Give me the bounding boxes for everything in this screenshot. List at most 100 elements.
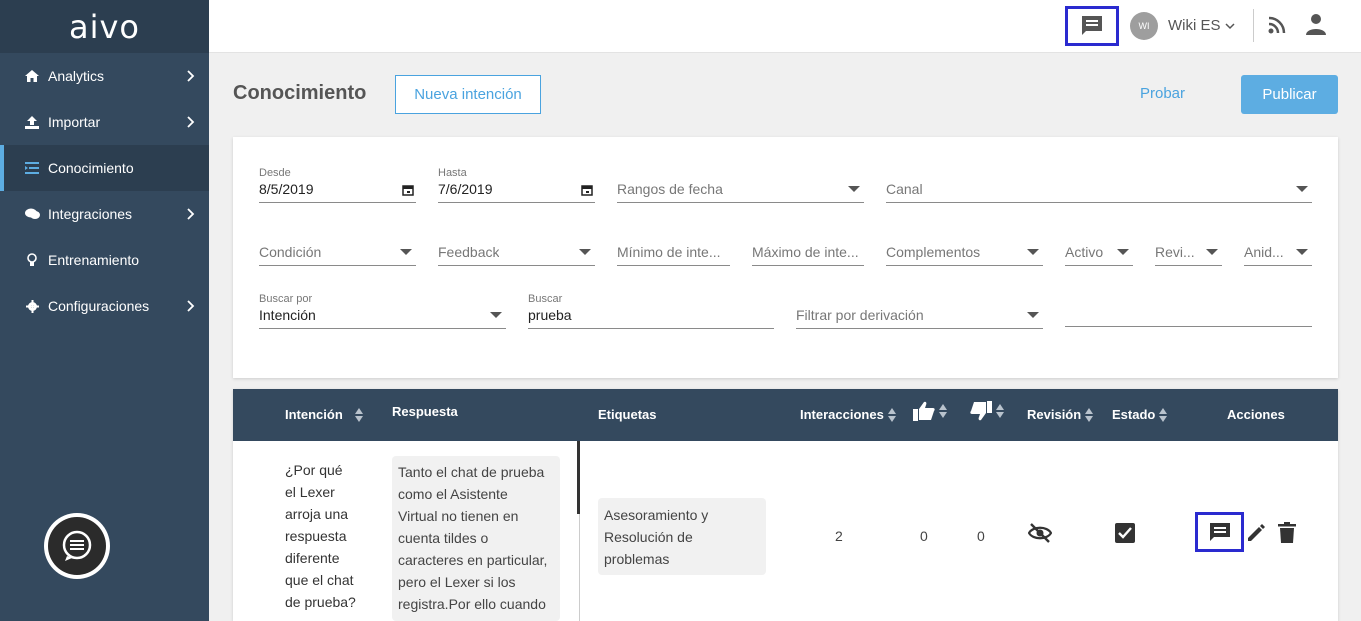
revision-select[interactable]: Revi... [1155,236,1222,266]
sidebar-item-importar[interactable]: Importar [0,99,209,145]
new-intent-button[interactable]: Nueva intención [395,75,541,114]
max-interactions-input[interactable]: Máximo de inte... [752,236,864,266]
field-label: Buscar [528,293,563,305]
sidebar-item-integraciones[interactable]: Integraciones [0,191,209,237]
intent-line: diferente [285,550,340,566]
sort-icon[interactable] [887,407,896,422]
calendar-icon[interactable] [402,184,414,196]
sort-icon[interactable] [1085,407,1094,422]
complements-select[interactable]: Complementos [886,236,1043,266]
workspace-name: Wiki ES [1168,17,1221,34]
divider [1253,9,1254,42]
header-estado[interactable]: Estado [1112,407,1168,422]
dislikes-count: 0 [977,528,985,544]
sort-icon[interactable] [996,404,1004,418]
workspace-selector[interactable]: Wiki ES [1168,17,1235,34]
field-placeholder: Feedback [438,244,500,260]
resize-handle[interactable] [577,441,580,514]
caret-down-icon [1117,249,1129,255]
response-cell[interactable]: Tanto el chat de prueba como el Asistent… [392,456,560,621]
filters-panel: Desde 8/5/2019 Hasta 7/6/2019 Rangos de … [233,137,1338,378]
header-label: Revisión [1027,407,1082,422]
chevron-down-icon [1224,22,1235,29]
header-dislikes[interactable] [970,401,1004,421]
caret-down-icon [579,249,591,255]
rss-icon[interactable] [1268,16,1286,34]
condition-select[interactable]: Condición [259,236,416,266]
publish-button[interactable]: Publicar [1241,75,1338,114]
intent-cell[interactable]: ¿Por qué el Lexer arroja una respuesta d… [285,459,356,613]
response-line: cuenta tildes o [398,530,489,546]
from-date-field[interactable]: Desde 8/5/2019 [259,167,416,203]
search-by-select[interactable]: Buscar por Intención [259,293,506,329]
table-header: Intención Respuesta Etiquetas Interaccio… [233,389,1338,441]
intent-line: arroja una [285,506,349,522]
channel-select[interactable]: Canal [886,173,1312,203]
extra-filter-input[interactable] [1065,297,1312,327]
response-line: como el Asistente [398,486,508,502]
sort-icon[interactable] [1159,407,1168,422]
calendar-icon[interactable] [581,184,593,196]
active-select[interactable]: Activo [1065,236,1133,266]
message-icon [1209,523,1230,541]
sidebar-item-label: Conocimiento [48,160,134,176]
header-interacciones[interactable]: Interacciones [800,407,896,422]
nested-select[interactable]: Anid... [1244,236,1312,266]
gear-icon [24,299,40,313]
sidebar: aivo Analytics Importar Conocimiento Int… [0,0,209,621]
chat-bubbles-icon [24,207,40,221]
sidebar-item-configuraciones[interactable]: Configuraciones [0,283,209,329]
search-input[interactable]: Buscar prueba [528,293,774,329]
sidebar-item-analytics[interactable]: Analytics [0,53,209,99]
caret-down-icon [490,312,502,318]
field-value: 8/5/2019 [259,181,314,197]
sidebar-item-label: Importar [48,114,101,130]
header-revision[interactable]: Revisión [1027,407,1094,422]
min-interactions-input[interactable]: Mínimo de inte... [617,236,730,266]
thumbs-up-icon [913,401,935,421]
header-label: Interacciones [800,407,884,422]
intents-table: Intención Respuesta Etiquetas Interaccio… [233,389,1338,621]
chat-message-button[interactable] [1065,6,1119,46]
chat-widget-button[interactable] [44,513,110,579]
trash-icon[interactable] [1278,522,1296,543]
intent-line: ¿Por qué [285,462,343,478]
response-line: Tanto el chat de prueba [398,464,545,480]
interactions-count: 2 [835,528,843,544]
to-date-field[interactable]: Hasta 7/6/2019 [438,167,595,203]
sidebar-item-label: Entrenamiento [48,252,140,268]
field-label: Desde [259,167,291,179]
sort-icon[interactable] [354,407,363,422]
field-value: prueba [528,307,572,323]
caret-down-icon [1027,249,1039,255]
feedback-select[interactable]: Feedback [438,236,595,266]
header-intencion[interactable]: Intención [285,407,363,422]
field-placeholder: Condición [259,244,322,260]
sidebar-item-label: Configuraciones [48,298,150,314]
date-range-select[interactable]: Rangos de fecha [617,173,864,203]
comment-button[interactable] [1195,512,1244,552]
caret-down-icon [1206,249,1218,255]
user-icon[interactable] [1305,13,1327,35]
derivation-filter-select[interactable]: Filtrar por derivación [796,299,1043,329]
field-value: Intención [259,307,316,323]
sort-icon[interactable] [939,404,947,418]
header-label: Respuesta [392,404,458,419]
tag-line: Asesoramiento y [604,507,709,523]
header-acciones: Acciones [1227,407,1285,422]
test-button[interactable]: Probar [1140,85,1185,102]
tag-line: problemas [604,551,670,567]
header-label: Intención [285,407,343,422]
caret-down-icon [1296,186,1308,192]
thumbs-down-icon [970,401,992,421]
chevron-right-icon [187,116,195,128]
intent-line: de prueba? [285,594,356,610]
checkbox-checked-icon[interactable] [1115,523,1135,543]
edit-icon[interactable] [1246,523,1266,543]
sidebar-item-entrenamiento[interactable]: Entrenamiento [0,237,209,283]
avatar[interactable]: WI [1130,12,1158,40]
sidebar-item-conocimiento[interactable]: Conocimiento [0,145,209,191]
header-likes[interactable] [913,401,947,421]
eye-off-icon[interactable] [1028,523,1052,543]
field-label: Buscar por [259,293,313,305]
